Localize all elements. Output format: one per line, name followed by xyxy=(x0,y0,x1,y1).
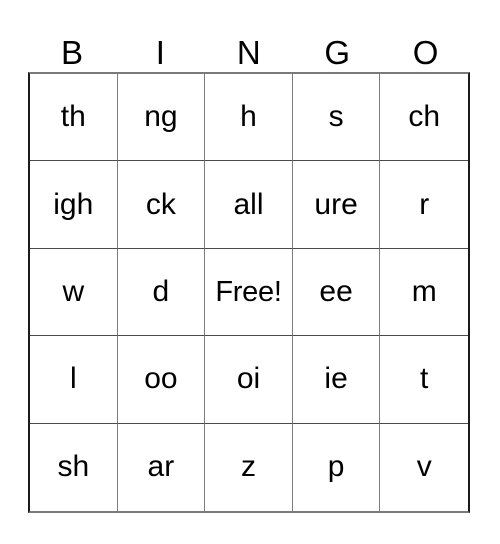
bingo-cell-label: ure xyxy=(314,187,358,221)
bingo-cell-r4c1[interactable]: l xyxy=(30,336,118,424)
bingo-cell-r2c3[interactable]: all xyxy=(205,161,293,249)
bingo-cell-label: ng xyxy=(144,100,178,134)
bingo-cell-r1c2[interactable]: ng xyxy=(117,74,206,162)
bingo-cell-label: all xyxy=(233,187,264,221)
bingo-cell-label: t xyxy=(420,362,429,396)
bingo-cell-label: w xyxy=(62,274,85,308)
bingo-cell-label: s xyxy=(328,100,344,134)
bingo-cell-r4c4[interactable]: ie xyxy=(292,336,381,424)
bingo-cell-label: h xyxy=(240,100,257,134)
bingo-free-space-label: Free! xyxy=(215,275,282,308)
bingo-cell-r5c2[interactable]: ar xyxy=(117,423,206,511)
bingo-cell-label: th xyxy=(60,100,86,134)
bingo-cell-label: ee xyxy=(319,274,353,308)
bingo-cell-r5c3[interactable]: z xyxy=(205,423,293,511)
bingo-cell-label: ie xyxy=(324,362,348,396)
bingo-header-letter-n: N xyxy=(236,34,262,71)
bingo-cell-label: p xyxy=(327,450,345,484)
bingo-cell-r1c4[interactable]: s xyxy=(292,74,381,162)
bingo-header-letter-o: O xyxy=(412,34,439,71)
bingo-cell-label: oi xyxy=(236,362,261,396)
bingo-cell-label: r xyxy=(419,187,430,221)
bingo-cell-label: ch xyxy=(408,100,441,134)
bingo-cell-r4c3[interactable]: oi xyxy=(205,336,293,424)
bingo-cell-label: l xyxy=(69,362,77,396)
bingo-cell-r3c1[interactable]: w xyxy=(30,248,118,337)
bingo-header-letter-b: B xyxy=(60,34,84,71)
bingo-cell-r5c4[interactable]: p xyxy=(292,423,381,511)
bingo-cell-r3c2[interactable]: d xyxy=(117,248,206,337)
bingo-cell-label: z xyxy=(240,450,256,484)
bingo-cell-r2c2[interactable]: ck xyxy=(117,161,206,249)
bingo-cell-r4c2[interactable]: oo xyxy=(117,336,206,424)
bingo-cell-r5c1[interactable]: sh xyxy=(30,423,118,511)
bingo-cell-r1c5[interactable]: ch xyxy=(380,74,468,162)
bingo-cell-free-space[interactable]: Free! xyxy=(205,248,293,337)
bingo-header-row: B I N G O xyxy=(28,22,470,72)
bingo-cell-label: sh xyxy=(57,450,90,484)
bingo-cell-r4c5[interactable]: t xyxy=(380,336,468,424)
bingo-grid: th ng h s ch igh ck all ure r w d Free! … xyxy=(28,72,470,513)
bingo-cell-r1c1[interactable]: th xyxy=(30,74,118,162)
bingo-cell-label: igh xyxy=(53,187,94,221)
bingo-cell-r2c5[interactable]: r xyxy=(380,161,468,249)
bingo-header-letter-g: G xyxy=(324,34,351,71)
bingo-cell-label: m xyxy=(411,274,437,308)
bingo-cell-r1c3[interactable]: h xyxy=(205,74,293,162)
bingo-cell-label: v xyxy=(416,450,432,484)
bingo-cell-r2c4[interactable]: ure xyxy=(292,161,381,249)
bingo-cell-label: ar xyxy=(147,450,175,484)
bingo-cell-r3c4[interactable]: ee xyxy=(292,248,381,337)
bingo-cell-r2c1[interactable]: igh xyxy=(30,161,118,249)
bingo-cell-r5c5[interactable]: v xyxy=(380,423,468,511)
bingo-cell-label: oo xyxy=(144,362,178,396)
bingo-cell-label: ck xyxy=(145,187,176,221)
bingo-cell-r3c5[interactable]: m xyxy=(380,248,468,337)
bingo-cell-label: d xyxy=(152,274,170,308)
bingo-header-letter-i: I xyxy=(155,34,166,71)
bingo-card: B I N G O th ng h s ch igh ck all ure r … xyxy=(0,0,500,544)
